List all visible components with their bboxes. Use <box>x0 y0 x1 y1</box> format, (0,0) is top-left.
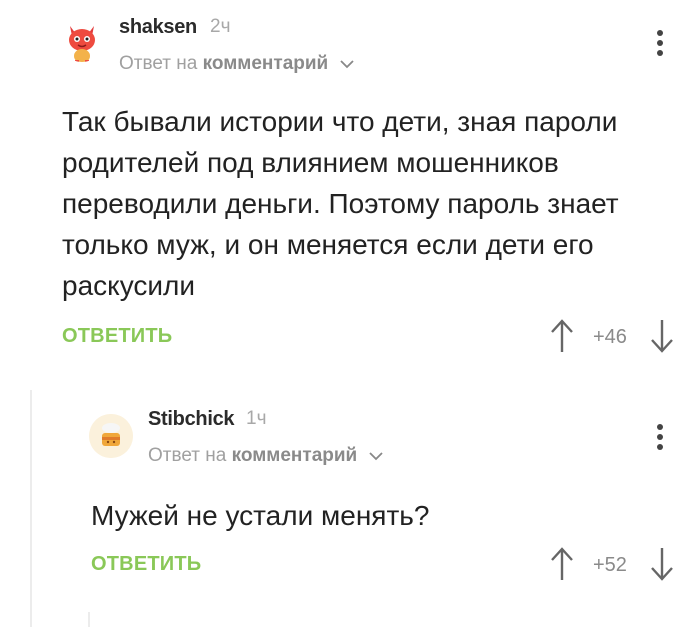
comment-username[interactable]: Stibchick <box>148 408 235 431</box>
comment-time: 1ч <box>246 408 267 429</box>
reply-to-link[interactable]: Ответ на комментарий <box>119 53 354 75</box>
reply-to-link[interactable]: Ответ на комментарий <box>148 445 383 467</box>
comment-body: Мужей не устали менять? <box>91 500 430 531</box>
more-options-icon[interactable] <box>650 28 670 58</box>
chevron-down-icon[interactable] <box>339 53 354 75</box>
comment-username[interactable]: shaksen <box>119 16 197 39</box>
reply-button[interactable]: ОТВЕТИТЬ <box>91 553 201 576</box>
thread-indent-line <box>30 390 32 627</box>
upvote-arrow-icon[interactable] <box>550 318 574 354</box>
reply-target[interactable]: комментарий <box>232 445 358 466</box>
downvote-arrow-icon[interactable] <box>650 318 674 354</box>
thread-indent-line-nested <box>88 612 90 627</box>
downvote-arrow-icon[interactable] <box>650 546 674 582</box>
vote-score: +52 <box>593 554 627 576</box>
comment-time: 2ч <box>210 16 231 37</box>
vote-controls: +46 <box>550 318 680 358</box>
reply-button[interactable]: ОТВЕТИТЬ <box>62 325 172 348</box>
chevron-down-icon[interactable] <box>368 445 383 467</box>
vote-score: +46 <box>593 326 627 348</box>
dragon-avatar-icon[interactable] <box>60 18 104 62</box>
more-options-icon[interactable] <box>650 422 670 452</box>
comment-body: Так бывали истории что дети, зная пароли… <box>62 106 619 301</box>
upvote-arrow-icon[interactable] <box>550 546 574 582</box>
reply-prefix: Ответ на <box>119 53 198 75</box>
vote-controls: +52 <box>550 546 680 586</box>
cake-avatar-icon[interactable] <box>89 414 133 458</box>
reply-target[interactable]: комментарий <box>203 53 329 74</box>
reply-prefix: Ответ на <box>148 445 227 467</box>
